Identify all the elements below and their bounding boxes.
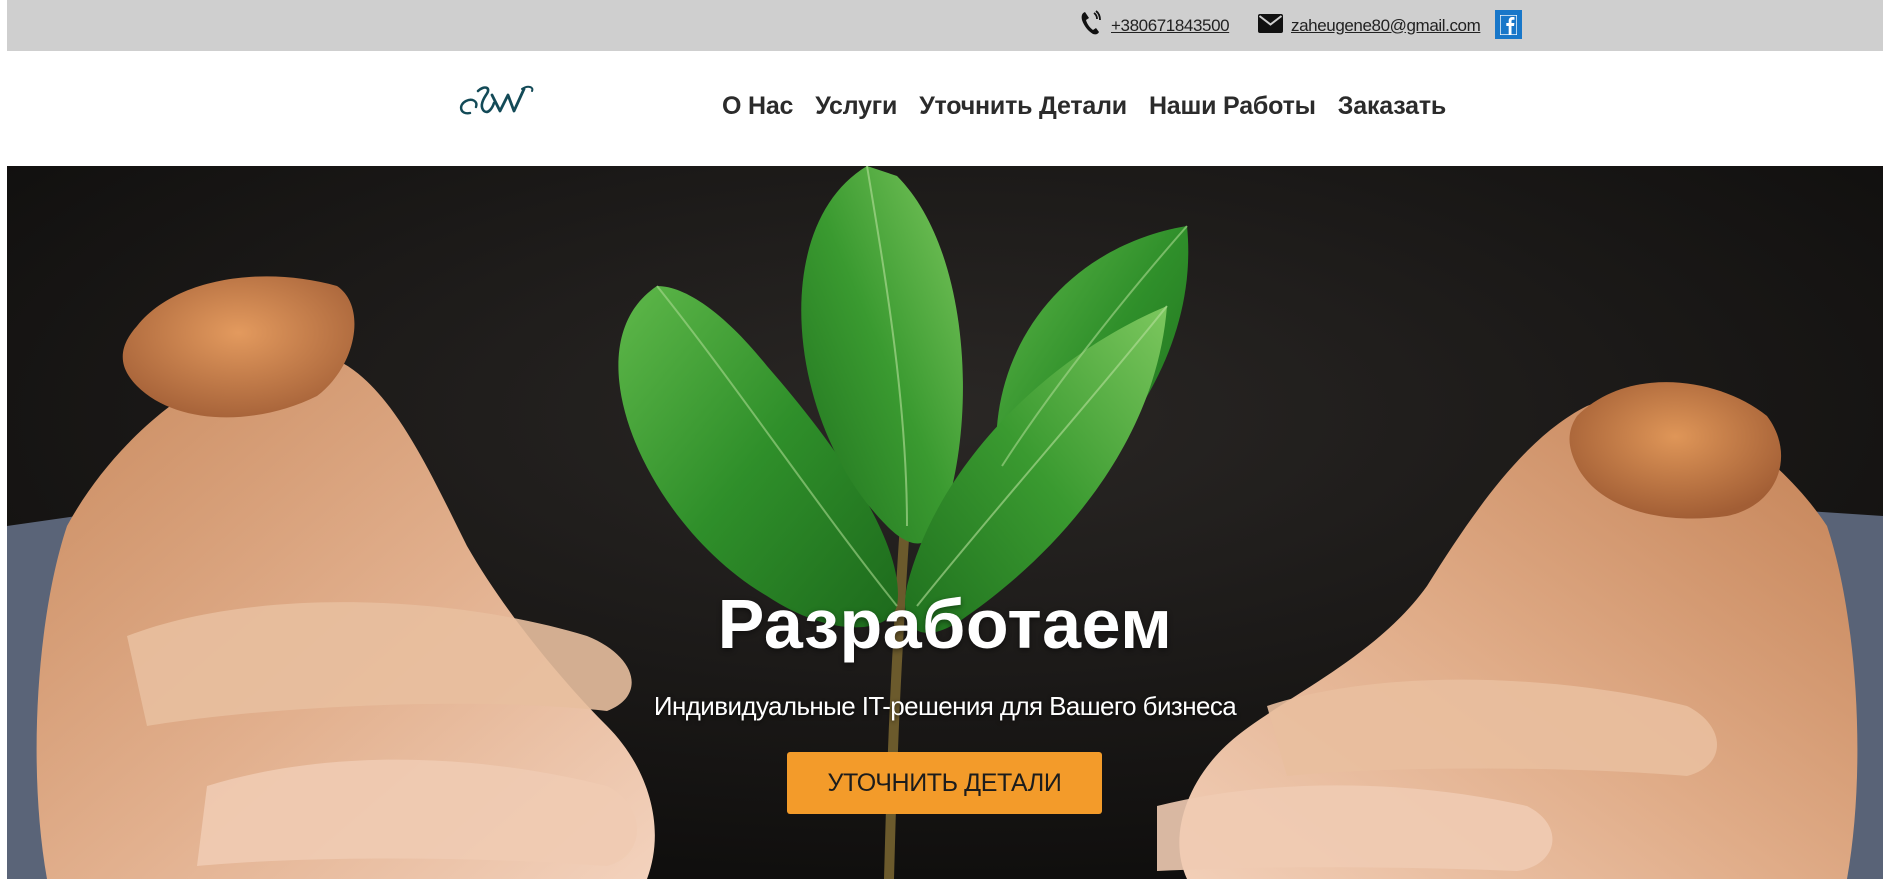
nav-item-details[interactable]: Уточнить Детали (919, 92, 1127, 121)
main-nav: О Нас Услуги Уточнить Детали Наши Работы… (722, 51, 1446, 161)
envelope-icon (1258, 13, 1283, 38)
email-link[interactable]: zaheugene80@gmail.com (1291, 16, 1481, 36)
cta-button[interactable]: УТОЧНИТЬ ДЕТАЛИ (787, 752, 1102, 814)
page: +380671843500 zaheugene80@gmail.com О На… (0, 0, 1883, 879)
email-contact: zaheugene80@gmail.com (1258, 0, 1481, 51)
hero-section: Разработаем Индивидуальные IT-решения дл… (7, 166, 1883, 879)
phone-link[interactable]: +380671843500 (1111, 16, 1230, 36)
nav-item-order[interactable]: Заказать (1338, 92, 1447, 121)
phone-icon (1079, 10, 1103, 41)
nav-item-portfolio[interactable]: Наши Работы (1149, 92, 1316, 121)
hero-subtitle: Индивидуальные IT-решения для Вашего биз… (653, 691, 1237, 721)
hero-title: Разработаем (717, 585, 1173, 663)
site-header: О Нас Услуги Уточнить Детали Наши Работы… (0, 51, 1883, 166)
facebook-icon[interactable] (1495, 10, 1522, 39)
logo-icon[interactable] (456, 81, 538, 121)
top-contact-bar: +380671843500 zaheugene80@gmail.com (7, 0, 1883, 51)
phone-contact: +380671843500 (1079, 0, 1230, 51)
nav-item-services[interactable]: Услуги (815, 92, 897, 121)
nav-item-about[interactable]: О Нас (722, 92, 793, 121)
